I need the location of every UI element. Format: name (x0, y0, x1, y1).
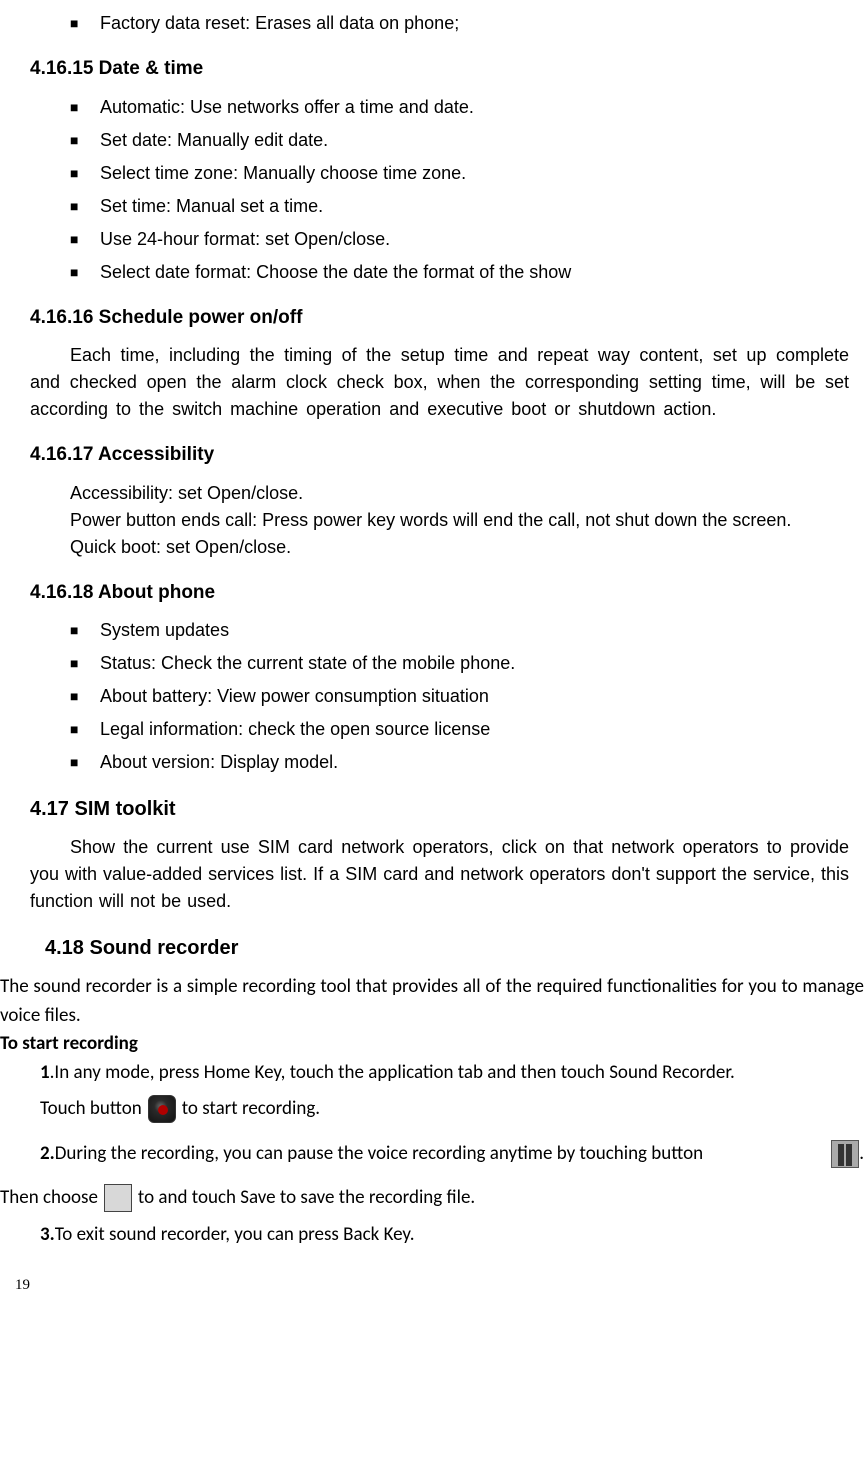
sound-recorder-intro: The sound recorder is a simple recording… (0, 973, 864, 1030)
list-item: Select date format: Choose the date the … (70, 259, 849, 286)
step-3-text: To exit sound recorder, you can press Ba… (55, 1223, 415, 1246)
heading-4-18: 4.18 Sound recorder (45, 933, 849, 963)
accessibility-p3: Quick boot: set Open/close. (15, 534, 849, 561)
step-1b-post: to start recording. (182, 1095, 320, 1124)
step-2b-post: to and touch Save to save the recording … (138, 1184, 475, 1213)
step-2: 2.During the recording, you can pause th… (0, 1140, 864, 1169)
list-item: About battery: View power consumption si… (70, 683, 849, 710)
step-2b-pre: Then choose (0, 1184, 98, 1213)
sim-toolkit-body: Show the current use SIM card network op… (15, 834, 849, 915)
heading-4-17: 4.17 SIM toolkit (30, 794, 849, 824)
step-1b-pre: Touch button (40, 1095, 142, 1124)
date-time-list: Automatic: Use networks offer a time and… (70, 94, 849, 286)
heading-4-16-18: 4.16.18 About phone (30, 579, 849, 608)
step-1-number: 1 (40, 1061, 50, 1084)
about-phone-list: System updates Status: Check the current… (70, 617, 849, 776)
step-2-end: . (859, 1140, 864, 1169)
list-item: Select time zone: Manually choose time z… (70, 160, 849, 187)
record-icon (148, 1095, 176, 1123)
pause-icon (831, 1140, 859, 1168)
step-3-number: 3. (40, 1223, 55, 1246)
list-item: Use 24-hour format: set Open/close. (70, 226, 849, 253)
list-item: Legal information: check the open source… (70, 716, 849, 743)
step-2-text: During the recording, you can pause the … (55, 1140, 703, 1169)
heading-4-16-17: 4.16.17 Accessibility (30, 441, 849, 470)
page-number: 19 (0, 1274, 864, 1297)
step-2b: Then choose to and touch Save to save th… (0, 1184, 864, 1213)
step-3: 3.To exit sound recorder, you can press … (0, 1221, 864, 1250)
intro-bullet-list: Factory data reset: Erases all data on p… (70, 10, 849, 37)
accessibility-p1: Accessibility: set Open/close. (15, 480, 849, 507)
list-item: Set date: Manually edit date. (70, 127, 849, 154)
list-item: Set time: Manual set a time. (70, 193, 849, 220)
accessibility-p2: Power button ends call: Press power key … (15, 507, 849, 534)
list-item: Status: Check the current state of the m… (70, 650, 849, 677)
to-start-recording-label: To start recording (0, 1030, 864, 1059)
list-item: System updates (70, 617, 849, 644)
step-1: 1.In any mode, press Home Key, touch the… (0, 1059, 864, 1088)
list-item: Factory data reset: Erases all data on p… (70, 10, 849, 37)
step-1b: Touch button to start recording. (0, 1095, 864, 1124)
heading-4-16-16: 4.16.16 Schedule power on/off (30, 304, 849, 333)
stop-icon (104, 1184, 132, 1212)
step-2-number: 2. (40, 1140, 55, 1169)
step-1-text: .In any mode, press Home Key, touch the … (50, 1061, 735, 1084)
schedule-power-body: Each time, including the timing of the s… (15, 342, 849, 423)
heading-4-16-15: 4.16.15 Date & time (30, 55, 849, 84)
list-item: Automatic: Use networks offer a time and… (70, 94, 849, 121)
list-item: About version: Display model. (70, 749, 849, 776)
